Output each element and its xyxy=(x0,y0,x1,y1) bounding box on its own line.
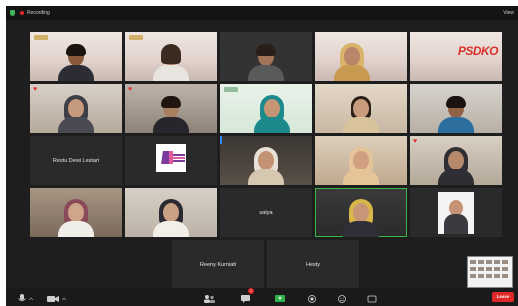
profile-logo xyxy=(156,144,186,172)
participant-video xyxy=(248,43,284,81)
video-options-button[interactable] xyxy=(61,291,73,301)
event-logo-icon xyxy=(224,87,238,92)
self-view-thumbnail[interactable] xyxy=(467,256,513,288)
participant-video xyxy=(248,147,284,185)
video-tile[interactable]: ♥ xyxy=(410,136,502,185)
participant-video xyxy=(58,95,94,133)
chat-unread-badge: 1 xyxy=(248,288,254,294)
participant-video xyxy=(58,43,94,81)
meeting-window: Recording View PSDKO ♥ ♥ Restu Dewi Lest… xyxy=(6,6,518,306)
video-tile[interactable] xyxy=(220,32,312,81)
video-tile[interactable] xyxy=(125,32,217,81)
meeting-toolbar: 1 Leave xyxy=(6,288,518,306)
video-tile[interactable]: ♥ xyxy=(30,84,122,133)
chevron-up-icon xyxy=(61,297,67,301)
heart-icon: ♥ xyxy=(33,86,38,93)
participant-name-tile[interactable]: satya xyxy=(220,188,312,237)
video-tile[interactable]: PSDKO xyxy=(410,32,502,81)
more-icon xyxy=(367,295,377,303)
participant-name: satya xyxy=(259,209,273,216)
video-tile[interactable] xyxy=(30,188,122,237)
camera-icon xyxy=(47,296,59,302)
leave-button[interactable]: Leave xyxy=(492,292,514,302)
reactions-button[interactable] xyxy=(336,291,348,303)
event-logo-icon xyxy=(129,35,143,40)
participant-name-tile[interactable]: Restu Dewi Lestari xyxy=(30,136,122,185)
chat-button[interactable]: 1 xyxy=(240,288,254,303)
participant-video xyxy=(253,95,290,133)
record-button[interactable] xyxy=(306,291,318,303)
participant-video xyxy=(153,95,189,133)
video-tile[interactable] xyxy=(410,188,502,237)
video-tile[interactable] xyxy=(315,136,407,185)
share-screen-icon xyxy=(275,295,285,302)
record-icon xyxy=(308,295,316,303)
video-grid: PSDKO ♥ ♥ Restu Dewi Lestari ♥ satya Ree… xyxy=(6,6,518,306)
event-logo-icon xyxy=(34,35,48,40)
more-button[interactable] xyxy=(366,291,378,303)
participants-button[interactable] xyxy=(202,291,215,303)
participant-video xyxy=(343,95,379,133)
participant-video xyxy=(153,199,189,237)
participant-name-tile[interactable]: Reeny Kurniati xyxy=(172,240,264,289)
mute-button[interactable] xyxy=(16,291,28,302)
heart-icon: ♥ xyxy=(128,86,133,93)
video-tile[interactable] xyxy=(220,136,312,185)
video-tile[interactable] xyxy=(315,84,407,133)
participant-video xyxy=(58,199,94,237)
participant-video xyxy=(438,95,474,133)
video-tile[interactable] xyxy=(30,32,122,81)
chat-icon xyxy=(241,295,250,303)
video-tile[interactable]: ♥ xyxy=(125,84,217,133)
participant-name: Hesty xyxy=(305,261,321,268)
video-tile[interactable] xyxy=(410,84,502,133)
video-button[interactable] xyxy=(46,291,59,302)
video-tile[interactable] xyxy=(220,84,312,133)
reactions-icon xyxy=(338,295,346,303)
raised-hand-icon xyxy=(220,136,222,144)
participant-video xyxy=(343,147,379,185)
banner-text: PSDKO xyxy=(457,44,499,58)
participant-photo xyxy=(438,192,474,234)
video-tile[interactable] xyxy=(125,136,217,185)
participant-name-tile[interactable]: Hesty xyxy=(267,240,359,289)
participant-video xyxy=(333,43,370,81)
heart-icon: ♥ xyxy=(413,138,418,145)
participant-video xyxy=(438,147,474,185)
chevron-up-icon xyxy=(28,297,34,301)
participant-video xyxy=(153,43,189,81)
participant-name: Reeny Kurniati xyxy=(199,261,237,268)
participant-name: Restu Dewi Lestari xyxy=(52,157,100,164)
share-screen-button[interactable] xyxy=(274,291,286,302)
participants-icon xyxy=(204,295,215,303)
mute-options-button[interactable] xyxy=(28,291,40,301)
microphone-icon xyxy=(18,294,26,302)
participant-video xyxy=(343,199,379,237)
video-tile[interactable] xyxy=(125,188,217,237)
video-tile[interactable] xyxy=(315,32,407,81)
active-speaker-tile[interactable] xyxy=(315,188,407,237)
